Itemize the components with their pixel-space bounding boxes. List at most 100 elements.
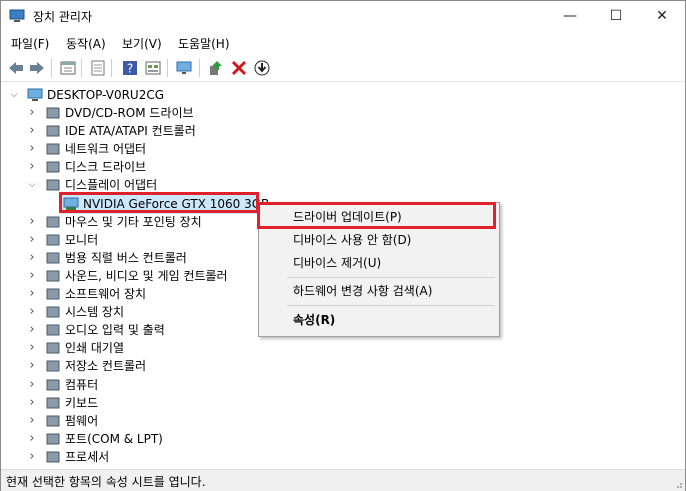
menu-action[interactable]: 동작(A) bbox=[66, 35, 106, 52]
tree-category[interactable]: › 오디오 입력 및 출력 bbox=[1, 321, 301, 339]
tree-category[interactable]: › 디스크 드라이브 bbox=[1, 158, 301, 176]
tree-category[interactable]: › 시스템 장치 bbox=[1, 303, 301, 321]
title-bar[interactable]: 장치 관리자 — ☐ ✕ bbox=[1, 1, 685, 31]
resize-grip-icon[interactable] bbox=[673, 479, 683, 489]
chevron-right-icon[interactable]: › bbox=[27, 430, 37, 448]
context-separator bbox=[287, 277, 495, 278]
minimize-button[interactable]: — bbox=[547, 1, 593, 31]
chevron-right-icon[interactable]: › bbox=[27, 231, 37, 249]
tree-category[interactable]: › 마우스 및 기타 포인팅 장치 bbox=[1, 213, 301, 231]
menu-help[interactable]: 도움말(H) bbox=[178, 35, 230, 52]
chevron-right-icon[interactable]: › bbox=[27, 303, 37, 321]
menu-view[interactable]: 보기(V) bbox=[122, 35, 162, 52]
toolbar-separator bbox=[51, 59, 52, 77]
forward-icon[interactable] bbox=[28, 60, 46, 76]
view-icon[interactable] bbox=[144, 60, 162, 76]
chevron-right-icon[interactable]: › bbox=[27, 267, 37, 285]
chevron-right-icon[interactable]: › bbox=[27, 376, 37, 394]
chevron-right-icon[interactable]: › bbox=[27, 158, 37, 176]
context-disable-device-label: 디바이스 사용 안 함(D) bbox=[293, 233, 412, 247]
tree-category[interactable]: › 인쇄 대기열 bbox=[1, 339, 301, 357]
maximize-button[interactable]: ☐ bbox=[593, 1, 639, 31]
chevron-right-icon[interactable]: › bbox=[27, 357, 37, 375]
chevron-right-icon[interactable]: › bbox=[27, 140, 37, 158]
chevron-right-icon[interactable]: › bbox=[27, 321, 37, 339]
tree-category-label: 포트(COM & LPT) bbox=[65, 431, 163, 446]
tree-category[interactable]: › IDE ATA/ATAPI 컨트롤러 bbox=[1, 122, 301, 140]
tree-category-label: IDE ATA/ATAPI 컨트롤러 bbox=[65, 124, 196, 139]
chevron-down-icon[interactable]: ⌵ bbox=[27, 176, 37, 194]
monitor-scan-icon[interactable] bbox=[175, 60, 193, 76]
status-bar: 현재 선택한 항목의 속성 시트를 엽니다. bbox=[1, 469, 685, 491]
close-button[interactable]: ✕ bbox=[639, 1, 685, 31]
toolbar-separator bbox=[81, 59, 82, 77]
back-icon[interactable] bbox=[7, 60, 25, 76]
tree-root[interactable]: ⌵ DESKTOP-V0RU2CG bbox=[1, 86, 301, 104]
tree-category[interactable]: › 모니터 bbox=[1, 231, 301, 249]
highlight-selected-device bbox=[59, 192, 259, 213]
display-adapter-icon bbox=[46, 179, 60, 191]
tree-category-label: 저장소 컨트롤러 bbox=[65, 359, 147, 374]
network-adapter-icon bbox=[46, 143, 60, 155]
tree-category-label: 네트워크 어댑터 bbox=[65, 142, 147, 157]
tree-category[interactable]: › 컴퓨터 bbox=[1, 376, 301, 394]
tree-category[interactable]: › 사운드, 비디오 및 게임 컨트롤러 bbox=[1, 267, 301, 285]
computer-root-icon bbox=[27, 88, 43, 101]
chevron-right-icon[interactable]: › bbox=[27, 213, 37, 231]
tree-category[interactable]: › 소프트웨어 장치 bbox=[1, 285, 301, 303]
mouse-icon bbox=[46, 216, 60, 228]
tree-category-label: 소프트웨어 장치 bbox=[65, 287, 147, 301]
menu-bar: 파일(F) 동작(A) 보기(V) 도움말(H) bbox=[1, 32, 685, 54]
status-text: 현재 선택한 항목의 속성 시트를 엽니다. bbox=[6, 475, 206, 489]
chevron-right-icon[interactable]: › bbox=[27, 249, 37, 267]
tree-category[interactable]: › 펌웨어 bbox=[1, 412, 301, 430]
tree-category[interactable]: › DVD/CD-ROM 드라이브 bbox=[1, 104, 301, 122]
tree-category-label: 범용 직렬 버스 컨트롤러 bbox=[65, 250, 187, 265]
tree-category-label: 오디오 입력 및 출력 bbox=[65, 323, 165, 338]
download-icon[interactable] bbox=[253, 60, 271, 76]
tree-category[interactable]: › 키보드 bbox=[1, 394, 301, 412]
tree-category-label: 키보드 bbox=[65, 395, 99, 410]
chevron-right-icon[interactable]: › bbox=[27, 122, 37, 140]
tree-category-label: 사운드, 비디오 및 게임 컨트롤러 bbox=[65, 268, 228, 283]
context-properties[interactable]: 속성(R) bbox=[259, 309, 499, 331]
disk-drive-icon bbox=[46, 161, 60, 173]
context-uninstall-device-label: 디바이스 제거(U) bbox=[293, 256, 382, 270]
update-driver-icon[interactable] bbox=[207, 60, 225, 76]
tree-category-label: DVD/CD-ROM 드라이브 bbox=[65, 106, 194, 120]
tree-category[interactable]: › 저장소 컨트롤러 bbox=[1, 357, 301, 375]
tree-root-label: DESKTOP-V0RU2CG bbox=[47, 88, 165, 102]
menu-file[interactable]: 파일(F) bbox=[11, 35, 49, 52]
tree-category[interactable]: › 네트워크 어댑터 bbox=[1, 140, 301, 158]
uninstall-icon[interactable] bbox=[230, 60, 248, 76]
chevron-right-icon[interactable]: › bbox=[27, 448, 37, 466]
chevron-right-icon[interactable]: › bbox=[27, 285, 37, 303]
toolbar-separator bbox=[167, 59, 168, 77]
monitor-icon bbox=[46, 234, 60, 246]
chevron-right-icon[interactable]: › bbox=[27, 104, 37, 122]
device-manager-app-icon bbox=[9, 9, 25, 22]
tree-category-label: 인쇄 대기열 bbox=[65, 341, 125, 356]
audio-io-icon bbox=[46, 324, 60, 336]
chevron-right-icon[interactable]: › bbox=[27, 394, 37, 412]
chevron-right-icon[interactable]: › bbox=[27, 339, 37, 357]
tree-category-label: 모니터 bbox=[65, 232, 99, 247]
context-separator bbox=[287, 305, 495, 306]
chevron-down-icon[interactable]: ⌵ bbox=[9, 86, 19, 104]
context-properties-label: 속성(R) bbox=[293, 313, 336, 327]
details-icon[interactable] bbox=[89, 60, 107, 76]
processor-icon bbox=[46, 451, 60, 463]
tree-category-label: 시스템 장치 bbox=[65, 305, 125, 320]
context-uninstall-device[interactable]: 디바이스 제거(U) bbox=[259, 252, 499, 274]
tree-category[interactable]: › 범용 직렬 버스 컨트롤러 bbox=[1, 249, 301, 267]
chevron-right-icon[interactable]: › bbox=[27, 412, 37, 430]
tree-category[interactable]: › 프로세서 bbox=[1, 448, 301, 466]
firmware-icon bbox=[46, 415, 60, 427]
properties-sheet-icon[interactable] bbox=[59, 60, 77, 76]
system-device-icon bbox=[46, 306, 60, 318]
tree-category[interactable]: › 포트(COM & LPT) bbox=[1, 430, 301, 448]
help-icon[interactable]: ? bbox=[121, 60, 139, 76]
port-icon bbox=[46, 433, 60, 445]
context-scan-hardware[interactable]: 하드웨어 변경 사항 검색(A) bbox=[259, 280, 499, 302]
context-disable-device[interactable]: 디바이스 사용 안 함(D) bbox=[259, 229, 499, 251]
